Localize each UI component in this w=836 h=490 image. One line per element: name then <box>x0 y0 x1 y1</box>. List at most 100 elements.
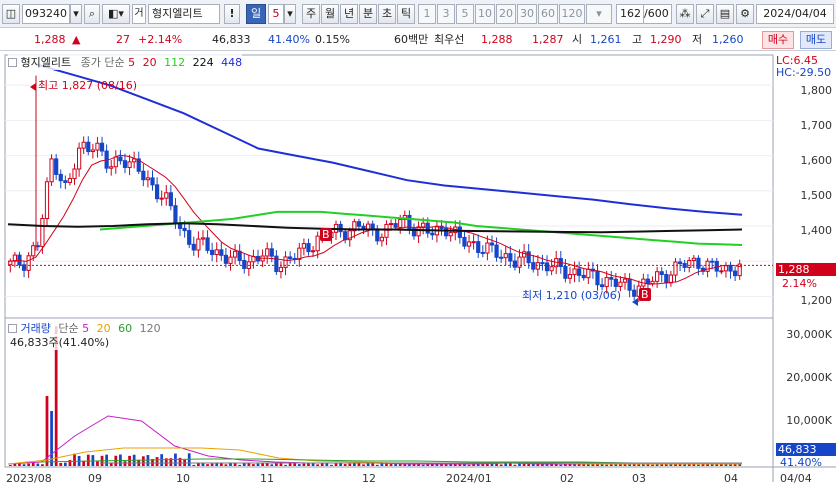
candle-body <box>200 237 206 240</box>
candle-body <box>343 231 348 241</box>
candle-body <box>35 245 40 248</box>
volume-bar <box>559 464 563 466</box>
open-label: 시 <box>572 33 583 46</box>
search-icon[interactable]: ⌕ <box>84 4 100 24</box>
gear-icon[interactable]: ⚙ <box>736 4 754 24</box>
last-volume-pct: 41.40% <box>780 456 822 469</box>
candle-body <box>714 260 719 272</box>
legend-vol120: 120 <box>139 322 161 335</box>
change-percent: +2.14% <box>138 33 183 46</box>
candle-body <box>595 270 600 286</box>
volume-bar <box>141 456 145 466</box>
interval-dropdown[interactable]: ▾ <box>586 4 612 24</box>
interval-60-button[interactable]: 60 <box>538 4 558 24</box>
period-month-button[interactable]: 월 <box>321 4 339 24</box>
speaker-icon[interactable]: ◧▾ <box>102 4 130 24</box>
sell-button[interactable]: 매도 <box>800 31 832 49</box>
volume-bar <box>96 461 99 466</box>
x-tick: 2024/01 <box>446 472 492 485</box>
candle-body <box>109 166 114 169</box>
candle-body <box>489 242 495 246</box>
layout-icon[interactable]: ◫ <box>2 4 20 24</box>
b-marker[interactable]: B <box>320 228 332 241</box>
period-day-button[interactable]: 일 <box>246 4 266 24</box>
candle-body <box>462 236 467 247</box>
candle-body <box>609 277 614 280</box>
candle-body <box>549 266 554 272</box>
candle-body <box>99 142 105 152</box>
candle-body <box>63 180 68 183</box>
bar-count-input[interactable]: 162 <box>616 4 644 24</box>
candle-body <box>567 274 573 279</box>
candle-body <box>618 281 623 287</box>
last-volume-badge: 46,833 <box>776 443 836 456</box>
candle-body <box>315 235 320 252</box>
stock-code-input[interactable]: 093240 <box>22 4 70 24</box>
candle-body <box>723 265 729 272</box>
candle-body <box>210 249 215 256</box>
legend-stock-name[interactable]: 형지엘리트 <box>21 56 72 69</box>
interval-1-button[interactable]: 1 <box>418 4 436 24</box>
volume-bar <box>697 464 700 466</box>
chevron-down-icon[interactable]: ▾ <box>70 4 82 24</box>
warning-button[interactable]: ! <box>224 4 240 24</box>
interval-120-button[interactable]: 120 <box>559 4 585 24</box>
b-marker[interactable]: B <box>639 288 651 301</box>
save-icon[interactable]: ▤ <box>716 4 734 24</box>
candle-body <box>242 259 247 269</box>
checkbox-icon[interactable] <box>8 58 17 67</box>
volume-bar <box>499 464 503 466</box>
candle-body <box>301 243 306 249</box>
candle-body <box>168 192 173 207</box>
volume-tick: 20,000K <box>786 371 832 384</box>
checkbox-icon[interactable] <box>8 324 17 333</box>
price-tick: 1,600 <box>800 154 833 167</box>
candle-body <box>127 161 132 168</box>
candle-body <box>448 232 453 237</box>
interval-10-button[interactable]: 10 <box>475 4 495 24</box>
volume-tick: 10,000K <box>786 414 832 427</box>
candle-body <box>81 141 86 149</box>
candle-body <box>150 177 155 186</box>
stock-chart[interactable] <box>0 52 836 490</box>
buy-button[interactable]: 매수 <box>762 31 794 49</box>
interval-3-button[interactable]: 3 <box>437 4 455 24</box>
candle-body <box>494 244 499 258</box>
interval-30-button[interactable]: 30 <box>517 4 537 24</box>
volume-bar <box>605 464 609 466</box>
stock-name[interactable]: 형지엘리트 <box>148 4 220 24</box>
volume-bar <box>467 464 471 466</box>
draw-line-icon[interactable]: ⤢ <box>696 4 714 24</box>
period-year-button[interactable]: 년 <box>340 4 358 24</box>
candle-body <box>182 227 187 232</box>
interval-20-button[interactable]: 20 <box>496 4 516 24</box>
period-num-input[interactable]: 5 <box>268 4 284 24</box>
volume-bar <box>192 464 196 466</box>
indicator-icon[interactable]: ⁂ <box>676 4 694 24</box>
period-week-button[interactable]: 주 <box>302 4 320 24</box>
change-value: 27 <box>116 33 130 46</box>
volume-bar <box>238 464 242 466</box>
candle-body <box>219 249 224 256</box>
date-input[interactable]: 2024/04/04 <box>756 4 834 24</box>
period-minute-button[interactable]: 분 <box>359 4 377 24</box>
candle-body <box>710 260 715 263</box>
volume-bar <box>123 461 127 466</box>
volume-bar <box>27 463 31 466</box>
volume-bar <box>545 464 549 466</box>
volume-ratio: 41.40% <box>268 33 310 46</box>
candle-body <box>379 236 384 242</box>
candle-body <box>421 222 426 228</box>
legend-vol60: 60 <box>118 322 133 335</box>
chart-area[interactable]: 형지엘리트 종가 단순 5 20 112 224 448 LC:6.45 HC:… <box>0 52 836 490</box>
x-tick: 09 <box>88 472 102 485</box>
chevron-down-icon[interactable]: ▾ <box>284 4 296 24</box>
period-second-button[interactable]: 초 <box>378 4 396 24</box>
quote-bar: 1,288 ▲ 27 +2.14% 46,833 41.40% 0.15% 60… <box>0 29 836 51</box>
period-tick-button[interactable]: 틱 <box>397 4 415 24</box>
candle-body <box>664 274 669 284</box>
volume-bar <box>270 464 274 466</box>
interval-5-button[interactable]: 5 <box>456 4 474 24</box>
volume-bar <box>683 464 687 466</box>
volume-bar <box>330 464 333 466</box>
